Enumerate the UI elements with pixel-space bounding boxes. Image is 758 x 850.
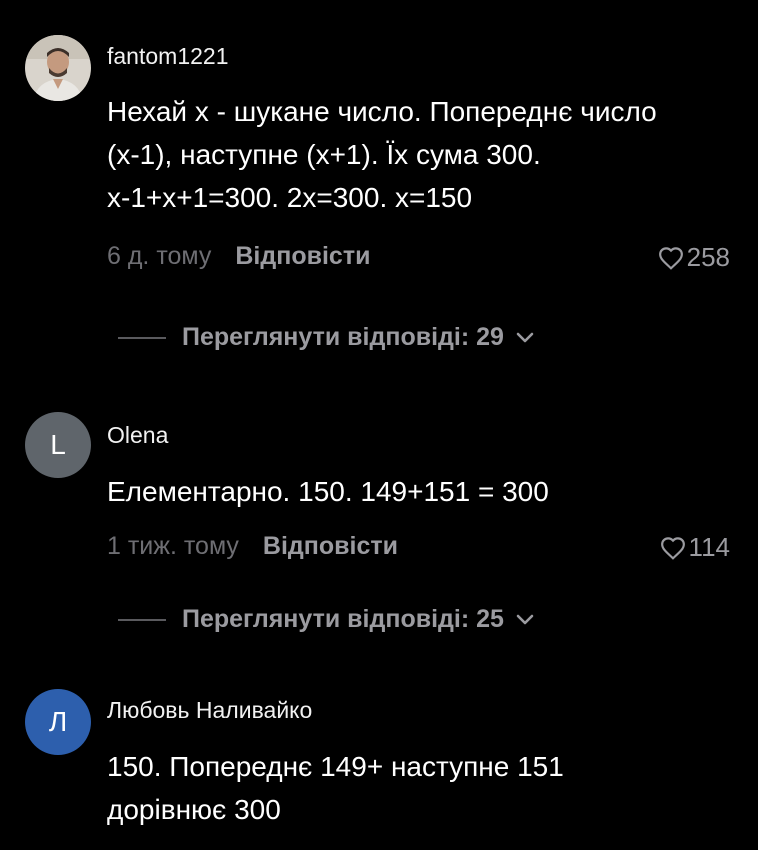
view-replies-button[interactable]: Переглянути відповіді: 25	[118, 605, 534, 634]
divider-line	[118, 336, 166, 339]
comment-time: 1 тиж. тому	[107, 532, 239, 560]
comment-author[interactable]: fantom1221	[107, 43, 228, 70]
divider-line	[118, 618, 166, 621]
comment-text: Елементарно. 150. 149+151 = 300	[107, 476, 549, 507]
heart-outline-icon	[658, 246, 683, 270]
reply-button[interactable]: Відповісти	[235, 242, 370, 271]
comment-time: 6 д. тому	[107, 242, 212, 270]
view-replies-label: Переглянути відповіді: 29	[182, 323, 504, 351]
comment-text: 150. Попереднє 149+ наступне 151 дорівню…	[107, 751, 564, 825]
like-count: 114	[688, 532, 730, 562]
avatar[interactable]: L	[25, 412, 91, 478]
comment-meta: 1 тиж. тому Відповісти	[107, 532, 398, 561]
user-photo-icon	[25, 35, 91, 101]
chevron-down-icon	[516, 332, 534, 342]
avatar[interactable]	[25, 35, 91, 101]
view-replies-button[interactable]: Переглянути відповіді: 29	[118, 323, 534, 352]
reply-button[interactable]: Відповісти	[263, 532, 398, 561]
heart-outline-icon	[660, 536, 685, 560]
like-button[interactable]: 258	[658, 242, 730, 273]
comment-text: Нехай x - шукане число. Попереднє число …	[107, 96, 657, 213]
like-count: 258	[686, 242, 730, 272]
comment-author[interactable]: Любовь Наливайко	[107, 697, 312, 724]
avatar-letter: Л	[48, 706, 68, 737]
comment-meta: 6 д. тому Відповісти	[107, 242, 370, 271]
avatar-letter: L	[50, 429, 66, 460]
avatar[interactable]: Л	[25, 689, 91, 755]
comment-author[interactable]: Olena	[107, 422, 168, 449]
view-replies-label: Переглянути відповіді: 25	[182, 605, 504, 633]
like-button[interactable]: 114	[660, 532, 730, 563]
chevron-down-icon	[516, 614, 534, 624]
